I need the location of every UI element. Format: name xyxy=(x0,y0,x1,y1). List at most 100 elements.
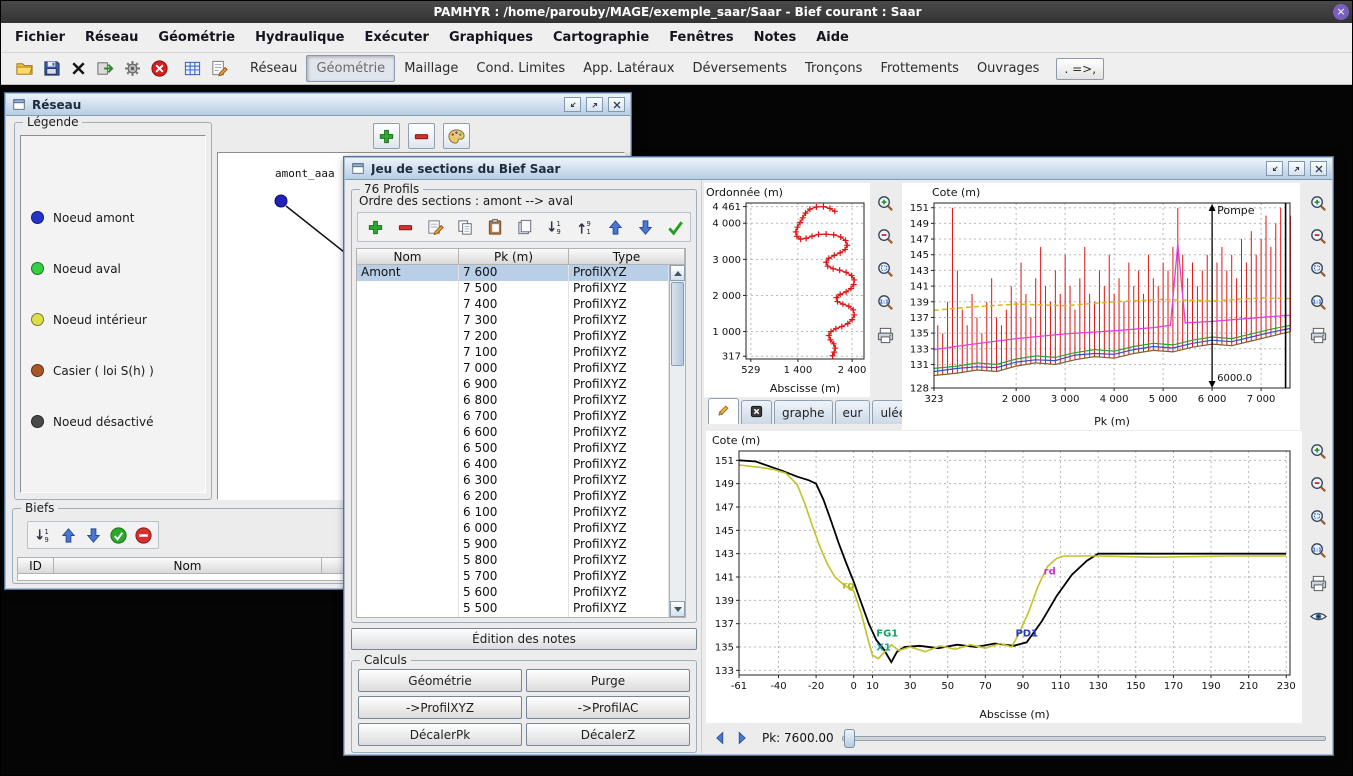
section-chart[interactable]: -61-40-200103050709011013015017019021023… xyxy=(706,431,1302,723)
zoom-out-button[interactable] xyxy=(1305,471,1331,497)
duplicate-button[interactable] xyxy=(512,214,539,240)
scroll-up-button[interactable] xyxy=(670,265,685,281)
sort-asc-button[interactable]: 91 xyxy=(572,214,599,240)
table-row[interactable]: 7 100ProfilXYZ xyxy=(357,345,669,361)
tab-eur[interactable]: eur xyxy=(835,400,871,424)
calc-button-g-om-trie[interactable]: Géométrie xyxy=(358,669,522,692)
visibility-button[interactable] xyxy=(1305,603,1331,629)
move-up-button[interactable] xyxy=(602,214,629,240)
palette-button[interactable] xyxy=(443,123,470,149)
zoom-in-button[interactable] xyxy=(872,190,899,216)
scroll-down-button[interactable] xyxy=(670,601,685,617)
table-row[interactable]: 6 400ProfilXYZ xyxy=(357,457,669,473)
table-row[interactable]: 6 800ProfilXYZ xyxy=(357,393,669,409)
copy-button[interactable] xyxy=(452,214,479,240)
table-row[interactable]: 7 200ProfilXYZ xyxy=(357,329,669,345)
profile-chart[interactable]: 3232 0003 0004 0005 0006 0007 0001511491… xyxy=(902,183,1300,430)
toolbar-mode--[interactable]: . =>, xyxy=(1056,58,1104,80)
table-row[interactable]: 6 700ProfilXYZ xyxy=(357,409,669,425)
toolbar-mode-cond-limites[interactable]: Cond. Limites xyxy=(467,56,574,81)
maximize-icon[interactable] xyxy=(1288,161,1305,176)
tab-graphe[interactable]: graphe xyxy=(774,400,833,424)
calc-button--profilac[interactable]: ->ProfilAC xyxy=(526,696,690,719)
next-profile-button[interactable] xyxy=(732,728,752,748)
pk-slider-track[interactable] xyxy=(842,736,1326,741)
move-down-button[interactable] xyxy=(82,524,104,546)
add-node-button[interactable] xyxy=(373,123,400,149)
calc-button-d-calerpk[interactable]: DécalerPk xyxy=(358,723,522,746)
toolbar-mode-r-seau[interactable]: Réseau xyxy=(241,56,306,81)
zoom-out-button[interactable] xyxy=(872,223,899,249)
menu-notes[interactable]: Notes xyxy=(744,26,807,49)
close-icon[interactable]: × xyxy=(1333,4,1349,20)
profils-column-header[interactable]: Pk (m) xyxy=(459,249,569,264)
save-button[interactable] xyxy=(38,56,65,82)
zoom-in-button[interactable] xyxy=(1305,438,1331,464)
minimize-icon[interactable] xyxy=(564,97,581,112)
table-row[interactable]: 6 100ProfilXYZ xyxy=(357,505,669,521)
window-titlebar[interactable]: PAMHYR : /home/parouby/MAGE/exemple_saar… xyxy=(1,1,1353,23)
edit-notes-button[interactable]: Édition des notes xyxy=(351,628,697,650)
minimize-icon[interactable] xyxy=(1266,161,1283,176)
toolbar-mode-maillage[interactable]: Maillage xyxy=(395,56,467,81)
table-row[interactable]: 6 600ProfilXYZ xyxy=(357,425,669,441)
validate-button[interactable] xyxy=(662,214,689,240)
zoom-reset-button[interactable]: 1:1 xyxy=(872,289,899,315)
menu-géométrie[interactable]: Géométrie xyxy=(148,26,245,49)
scrollbar-thumb[interactable] xyxy=(671,282,684,366)
previous-profile-button[interactable] xyxy=(710,728,730,748)
table-row[interactable]: 5 600ProfilXYZ xyxy=(357,585,669,601)
enable-bief-button[interactable] xyxy=(107,524,129,546)
sort-desc-button[interactable]: 19 xyxy=(542,214,569,240)
table-row[interactable]: 7 500ProfilXYZ xyxy=(357,281,669,297)
notes-tool-button[interactable] xyxy=(206,56,233,82)
table-row[interactable]: 6 500ProfilXYZ xyxy=(357,441,669,457)
sections-window-titlebar[interactable]: Jeu de sections du Bief Saar xyxy=(345,158,1332,180)
open-button[interactable] xyxy=(11,56,38,82)
table-scrollbar[interactable] xyxy=(669,265,685,617)
table-row[interactable]: 6 200ProfilXYZ xyxy=(357,489,669,505)
toolbar-mode-ouvrages[interactable]: Ouvrages xyxy=(968,56,1049,81)
export-button[interactable] xyxy=(92,56,119,82)
zoom-in-button[interactable] xyxy=(1305,190,1331,216)
table-button[interactable] xyxy=(179,56,206,82)
remove-profile-button[interactable] xyxy=(392,214,419,240)
move-down-button[interactable] xyxy=(632,214,659,240)
splitter[interactable] xyxy=(701,180,702,753)
tab-edit[interactable] xyxy=(708,398,739,424)
settings-button[interactable] xyxy=(119,56,146,82)
table-row[interactable]: 7 300ProfilXYZ xyxy=(357,313,669,329)
zoom-out-button[interactable] xyxy=(1305,223,1331,249)
table-row[interactable]: 6 900ProfilXYZ xyxy=(357,377,669,393)
menu-fenêtres[interactable]: Fenêtres xyxy=(659,26,743,49)
toolbar-mode-app-lat-raux[interactable]: App. Latéraux xyxy=(574,56,683,81)
table-row[interactable]: Amont7 600ProfilXYZ xyxy=(357,265,669,281)
menu-graphiques[interactable]: Graphiques xyxy=(439,26,543,49)
toolbar-mode-tron-ons[interactable]: Tronçons xyxy=(796,56,871,81)
maximize-icon[interactable] xyxy=(586,97,603,112)
close-window-icon[interactable] xyxy=(608,97,625,112)
table-row[interactable]: 5 500ProfilXYZ xyxy=(357,601,669,617)
table-row[interactable]: 5 800ProfilXYZ xyxy=(357,553,669,569)
menu-réseau[interactable]: Réseau xyxy=(75,26,148,49)
zoom-window-button[interactable] xyxy=(1305,256,1331,282)
biefs-column-header[interactable]: Nom xyxy=(54,558,322,573)
table-row[interactable]: 5 900ProfilXYZ xyxy=(357,537,669,553)
toolbar-mode-g-om-trie[interactable]: Géométrie xyxy=(306,55,395,82)
biefs-column-header[interactable]: ID xyxy=(18,558,54,573)
table-row[interactable]: 6 000ProfilXYZ xyxy=(357,521,669,537)
menu-hydraulique[interactable]: Hydraulique xyxy=(245,26,354,49)
plan-chart[interactable]: 5291 4002 4004 4614 0003 0002 0001 00031… xyxy=(704,183,870,397)
print-button[interactable] xyxy=(1305,322,1331,348)
edit-profile-button[interactable] xyxy=(422,214,449,240)
zoom-window-button[interactable] xyxy=(1305,504,1331,530)
table-row[interactable]: 5 700ProfilXYZ xyxy=(357,569,669,585)
toolbar-mode-d-versements[interactable]: Déversements xyxy=(683,56,796,81)
add-profile-button[interactable] xyxy=(362,214,389,240)
stop-button[interactable] xyxy=(146,56,173,82)
pk-slider-thumb[interactable] xyxy=(844,729,855,748)
reseau-window-titlebar[interactable]: Réseau xyxy=(6,94,630,116)
close-study-button[interactable] xyxy=(65,56,92,82)
menu-fichier[interactable]: Fichier xyxy=(5,26,75,49)
table-row[interactable]: 6 300ProfilXYZ xyxy=(357,473,669,489)
